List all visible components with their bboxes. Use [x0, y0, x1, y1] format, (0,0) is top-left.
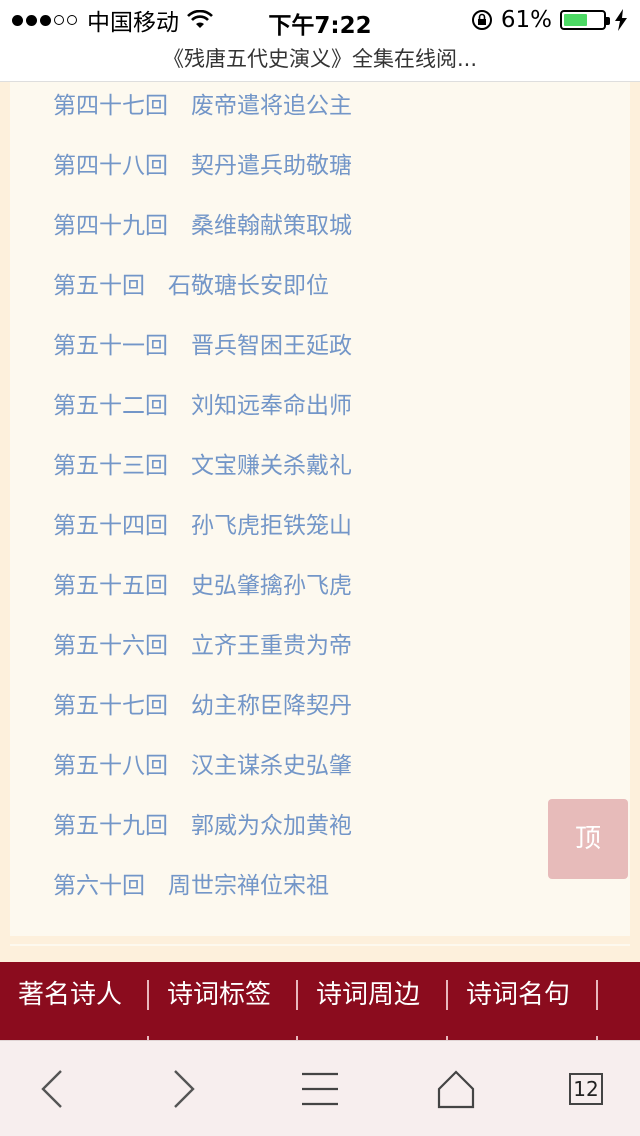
chapter-link[interactable]: 第五十六回 立齐王重贵为帝: [53, 626, 352, 666]
tabs-button[interactable]: 12: [564, 1067, 608, 1111]
chapter-card: 第四十七回 废帝遣将追公主 第四十八回 契丹遣兵助敬瑭 第四十九回 桑维翰献策取城第…: [10, 82, 630, 936]
category-nav-divider: [596, 980, 598, 1010]
chapter-link[interactable]: 第四十八回 契丹遣兵助敬瑭: [53, 146, 352, 186]
rotation-lock-icon: [471, 10, 492, 30]
battery-tip: [606, 17, 610, 25]
card-divider: [10, 944, 630, 946]
battery-icon: [560, 10, 610, 30]
status-right: 61%: [471, 6, 628, 34]
chapter-link[interactable]: 第五十四回 孙飞虎拒铁笼山: [53, 506, 352, 546]
chapter-link[interactable]: 第五十一回 晋兵智困王延政: [53, 326, 352, 366]
tabs-icon: 12: [569, 1073, 603, 1105]
category-nav-item[interactable]: 诗词标签: [167, 962, 271, 1028]
chapter-link[interactable]: 第五十九回 郭威为众加黄袍: [53, 806, 352, 846]
share-icon: [437, 1070, 475, 1109]
chapter-link[interactable]: 第五十二回 刘知远奉命出师: [53, 386, 352, 426]
back-to-top-button[interactable]: 顶: [548, 799, 628, 879]
battery-level-fill: [564, 14, 587, 26]
browser-toolbar: 12: [0, 1040, 640, 1136]
back-icon: [41, 1070, 62, 1108]
category-nav-divider: [296, 980, 298, 1010]
battery-percent: 61%: [500, 7, 552, 33]
chapter-link[interactable]: 第五十五回 史弘肇擒孙飞虎: [53, 566, 352, 606]
category-nav-item[interactable]: 著名诗人: [18, 962, 122, 1028]
share-button[interactable]: [434, 1067, 478, 1111]
chapter-link[interactable]: 第六十回 周世宗禅位宋祖: [53, 866, 329, 906]
category-nav: 著名诗人 诗词标签 诗词周边 诗词名句: [0, 962, 640, 1042]
chapter-link[interactable]: 第四十七回 废帝遣将追公主: [53, 86, 352, 126]
forward-icon: [174, 1070, 195, 1108]
bookmarks-button[interactable]: [298, 1067, 342, 1111]
forward-button[interactable]: [162, 1067, 206, 1111]
chapter-link[interactable]: 第五十三回 文宝赚关杀戴礼: [53, 446, 352, 486]
category-nav-item[interactable]: 诗词周边: [316, 962, 420, 1028]
chapter-link[interactable]: 第五十八回 汉主谋杀史弘肇: [53, 746, 352, 786]
chapter-link[interactable]: 第五十七回 幼主称臣降契丹: [53, 686, 352, 726]
content-area: 第四十七回 废帝遣将追公主 第四十八回 契丹遣兵助敬瑭 第四十九回 桑维翰献策取城第…: [0, 82, 640, 962]
charging-bolt-icon: [615, 9, 627, 31]
chapter-link[interactable]: 第四十九回 桑维翰献策取城: [53, 206, 352, 246]
status-bar: 中国移动 下午7:22 61%: [0, 0, 640, 40]
page-title[interactable]: 《残唐五代史演义》全集在线阅...: [0, 40, 640, 82]
category-nav-divider: [147, 980, 149, 1010]
category-nav-divider: [446, 980, 448, 1010]
chapter-link[interactable]: 第五十回 石敬瑭长安即位: [53, 266, 329, 306]
bookmarks-icon: [302, 1072, 338, 1106]
category-nav-item[interactable]: 诗词名句: [466, 962, 570, 1028]
back-button[interactable]: [30, 1067, 74, 1111]
